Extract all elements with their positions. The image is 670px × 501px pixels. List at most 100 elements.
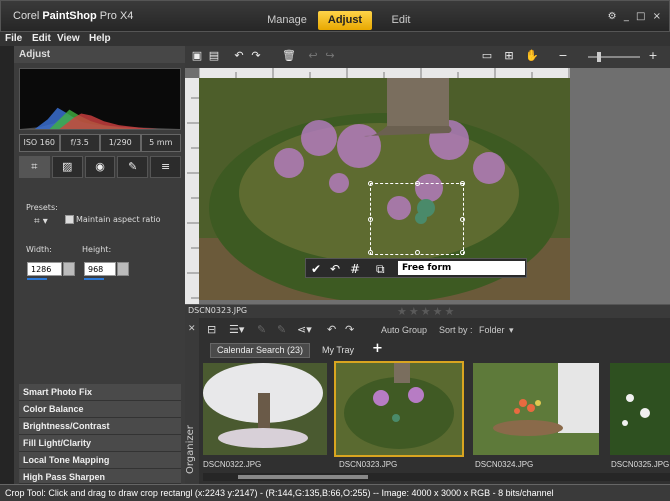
crop-mode-select[interactable]: Free form xyxy=(398,261,525,275)
scrollbar-thumb[interactable] xyxy=(238,475,368,479)
preset-dropdown[interactable]: ⌗ ▾ xyxy=(34,216,48,227)
menu-file[interactable]: File xyxy=(5,33,22,44)
delete-icon[interactable]: 🗑 xyxy=(282,49,296,63)
zoom-out-icon[interactable]: − xyxy=(556,49,570,63)
status-bar: Crop Tool: Click and drag to draw crop r… xyxy=(0,484,670,501)
apply-crop-icon[interactable]: ✔ xyxy=(311,261,321,277)
exif-focal: 5 mm xyxy=(140,134,181,152)
menu-edit[interactable]: Edit xyxy=(32,33,51,44)
thumbnail[interactable] xyxy=(610,363,670,455)
undo-icon[interactable]: ↩ xyxy=(306,49,320,63)
tree-icon[interactable]: ⊟ xyxy=(207,322,216,338)
ruler-top xyxy=(199,68,570,78)
width-input[interactable]: 1286 xyxy=(27,262,62,276)
crop-handle[interactable] xyxy=(415,181,420,186)
organizer-label: Organizer xyxy=(185,425,196,475)
height-slider[interactable] xyxy=(84,278,104,280)
brand-name: PaintShop xyxy=(42,10,97,22)
crop-handle[interactable] xyxy=(460,250,465,255)
exif-info: ISO 160 f/3.5 1/290 5 mm xyxy=(19,134,181,152)
crop-handle[interactable] xyxy=(368,181,373,186)
cat-high-pass-sharpen[interactable]: High Pass Sharpen xyxy=(19,469,181,484)
crop-handle[interactable] xyxy=(460,217,465,222)
crop-as-new-icon[interactable]: ⧉ xyxy=(376,261,385,277)
edit-icon[interactable]: ✎ xyxy=(257,322,266,338)
menu-view[interactable]: View xyxy=(57,33,80,44)
exif-iso: ISO 160 xyxy=(19,134,60,152)
maintain-aspect-checkbox[interactable] xyxy=(65,215,74,224)
thumbnail-caption: DSCN0322.JPG xyxy=(203,460,262,469)
menu-help[interactable]: Help xyxy=(89,33,111,44)
histogram xyxy=(19,68,181,130)
title-bar: Corel PaintShop Pro X4 Manage Adjust Edi… xyxy=(0,0,670,32)
thumbnail[interactable] xyxy=(473,363,599,455)
file-info-bar: DSCN0323.JPG ★★★★★ xyxy=(185,304,670,318)
crop-handle[interactable] xyxy=(460,181,465,186)
width-spinner[interactable] xyxy=(63,262,75,276)
close-organizer-icon[interactable]: ✕ xyxy=(188,324,196,334)
adjust-panel: Adjust ISO 160 f/3.5 1/290 5 mm ⌗ ▨ ◉ ✎ … xyxy=(14,46,185,484)
add-tab-button[interactable]: + xyxy=(372,341,383,356)
rotate-left-icon[interactable]: ↶ xyxy=(327,322,336,338)
window-controls[interactable]: ⚙ _ □ × xyxy=(608,11,663,22)
redo-icon[interactable]: ↪ xyxy=(323,49,337,63)
thumbnail-caption: DSCN0324.JPG xyxy=(475,460,534,469)
pan-icon[interactable]: ✋ xyxy=(525,49,539,63)
crop-handle[interactable] xyxy=(415,250,420,255)
rotate-right-icon[interactable]: ↷ xyxy=(249,49,263,63)
cat-smart-photo-fix[interactable]: Smart Photo Fix xyxy=(19,384,181,401)
grid-icon[interactable]: # xyxy=(350,261,360,277)
crop-icon[interactable]: ⌗ xyxy=(19,156,50,178)
depth-icon[interactable]: ≡ xyxy=(150,156,181,178)
folder-dropdown[interactable]: Folder xyxy=(479,325,505,335)
zoom-in-icon[interactable]: + xyxy=(646,49,660,63)
thumbnail-caption: DSCN0323.JPG xyxy=(339,460,398,469)
rotate-right-icon[interactable]: ↷ xyxy=(345,322,354,338)
thumbnail[interactable] xyxy=(203,363,327,455)
tool-row: ⌗ ▨ ◉ ✎ ≡ xyxy=(19,156,181,178)
straighten-icon[interactable]: ▨ xyxy=(51,156,83,178)
thumbnail-selected[interactable] xyxy=(334,361,464,457)
edit2-icon[interactable]: ✎ xyxy=(277,322,286,338)
list-view-icon[interactable]: ☰▾ xyxy=(229,322,244,338)
cat-brightness-contrast[interactable]: Brightness/Contrast xyxy=(19,418,181,435)
crop-handle[interactable] xyxy=(368,250,373,255)
retouch-icon[interactable]: ✎ xyxy=(117,156,149,178)
main-toolbar: ▣ ▤ ↶ ↷ 🗑 ↩ ↪ ▭ ⊞ ✋ − + xyxy=(185,46,670,68)
tab-calendar-search[interactable]: Calendar Search (23) xyxy=(210,343,310,358)
presets-label: Presets: xyxy=(26,203,58,212)
zoom-slider[interactable] xyxy=(588,56,640,58)
organizer-toolbar: ⊟ ☰▾ ✎ ✎ ⋖▾ ↶ ↷ Auto Group Sort by : Fol… xyxy=(199,321,670,341)
save-as-icon[interactable]: ▤ xyxy=(207,49,221,63)
cat-fill-light-clarity[interactable]: Fill Light/Clarity xyxy=(19,435,181,452)
cat-color-balance[interactable]: Color Balance xyxy=(19,401,181,418)
share-icon[interactable]: ⋖▾ xyxy=(297,322,312,338)
cat-local-tone-mapping[interactable]: Local Tone Mapping xyxy=(19,452,181,469)
crop-rectangle[interactable] xyxy=(368,181,465,255)
tab-manage[interactable]: Manage xyxy=(256,11,318,30)
auto-group-button[interactable]: Auto Group xyxy=(381,325,427,335)
tab-edit[interactable]: Edit xyxy=(377,11,425,30)
tab-my-tray[interactable]: My Tray xyxy=(314,343,362,358)
chevron-down-icon[interactable]: ▾ xyxy=(509,325,514,336)
actual-size-icon[interactable]: ▭ xyxy=(480,49,494,63)
thumbnail-caption: DSCN0325.JPG xyxy=(611,460,669,469)
zoom-slider-thumb[interactable] xyxy=(597,52,601,62)
ruler-left xyxy=(185,78,199,304)
red-eye-icon[interactable]: ◉ xyxy=(84,156,116,178)
cancel-crop-icon[interactable]: ↶ xyxy=(330,261,340,277)
tab-adjust[interactable]: Adjust xyxy=(318,11,372,30)
rotate-left-icon[interactable]: ↶ xyxy=(232,49,246,63)
height-input[interactable]: 968 xyxy=(84,262,116,276)
crop-handle[interactable] xyxy=(368,217,373,222)
height-spinner[interactable] xyxy=(117,262,129,276)
current-filename: DSCN0323.JPG xyxy=(188,306,248,315)
maintain-aspect-label: Maintain aspect ratio xyxy=(76,215,161,224)
save-icon[interactable]: ▣ xyxy=(190,49,204,63)
panel-title: Adjust xyxy=(14,46,185,63)
rating-stars[interactable]: ★★★★★ xyxy=(397,305,456,318)
exif-aperture: f/3.5 xyxy=(59,134,100,152)
fit-icon[interactable]: ⊞ xyxy=(502,49,516,63)
menu-bar: File Edit View Help xyxy=(0,32,670,46)
width-slider[interactable] xyxy=(27,278,47,280)
